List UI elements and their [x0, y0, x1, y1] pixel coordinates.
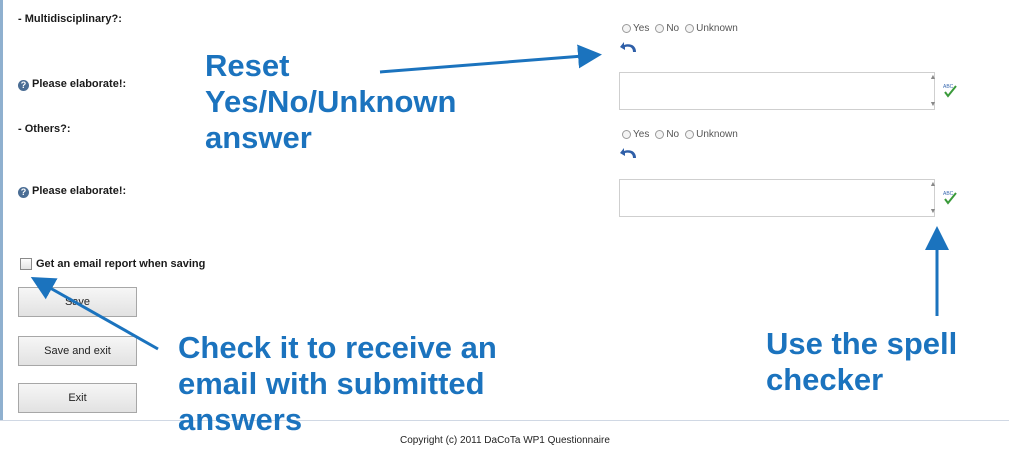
- annotation-line: Reset: [205, 48, 290, 83]
- annotation-spell-checker: Use the spell checker: [766, 326, 957, 398]
- annotation-line: Use the spell: [766, 326, 958, 361]
- annotation-line: answer: [205, 120, 312, 155]
- annotation-arrows: [30, 44, 949, 351]
- annotation-line: email with submitted: [178, 366, 485, 401]
- arrow-to-checkbox: [30, 277, 159, 351]
- annotation-checkbox: Check it to receive an email with submit…: [178, 330, 497, 438]
- annotation-line: checker: [766, 362, 884, 397]
- annotation-line: answers: [178, 402, 303, 437]
- annotation-line: Check it to receive an: [178, 330, 497, 365]
- annotation-line: Yes/No/Unknown: [205, 84, 457, 119]
- annotation-reset: Reset Yes/No/Unknown answer: [205, 48, 456, 156]
